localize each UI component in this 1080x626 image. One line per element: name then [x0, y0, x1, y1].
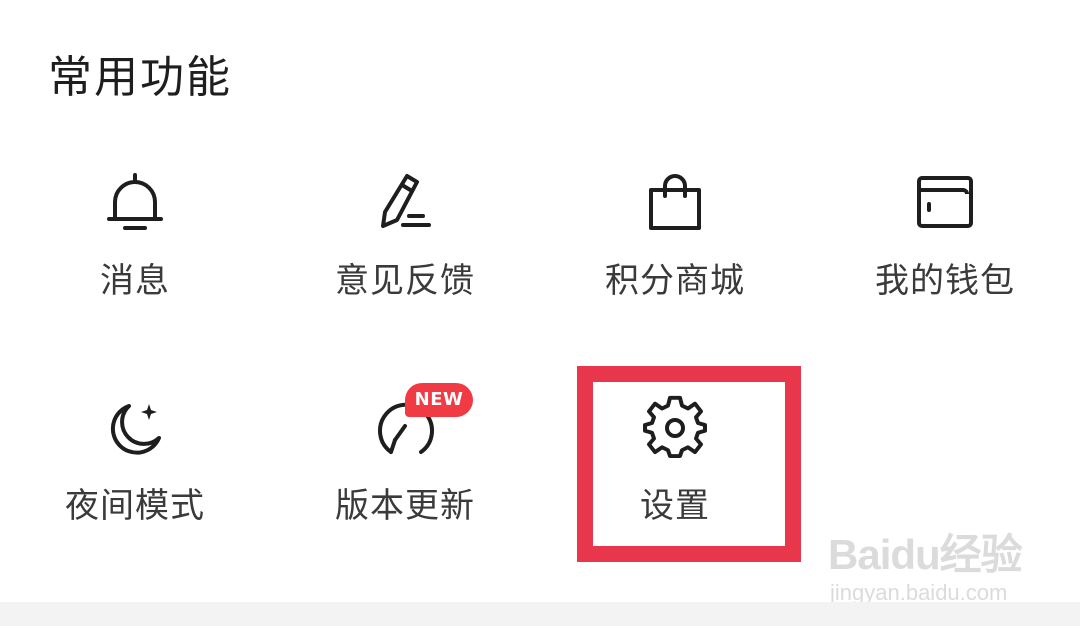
- grid-item-label: 积分商城: [605, 261, 745, 301]
- grid-item-version-update[interactable]: 版本更新: [270, 390, 540, 570]
- grid-item-points-mall[interactable]: 积分商城: [540, 160, 810, 340]
- grid-item-label: 版本更新: [335, 486, 475, 526]
- settings-highlight-box: [577, 366, 801, 562]
- grid-item-label: 意见反馈: [335, 261, 475, 301]
- moon-icon: [110, 404, 161, 455]
- wallet-icon: [917, 176, 973, 228]
- grid-item-wallet[interactable]: 我的钱包: [810, 160, 1080, 340]
- grid-item-label: 我的钱包: [875, 261, 1015, 301]
- watermark-brand: Baidu经验: [828, 531, 1023, 578]
- grid-item-label: 夜间模式: [65, 486, 205, 526]
- new-badge: NEW: [405, 383, 473, 417]
- grid-item-night-mode[interactable]: 夜间模式: [0, 390, 270, 570]
- grid-item-label: 消息: [100, 261, 170, 301]
- shopping-bag-icon: [649, 174, 701, 230]
- pencil-icon: [381, 174, 431, 228]
- bell-icon: [107, 173, 163, 230]
- baidu-watermark: Baidu经验 jingyan.baidu.com: [828, 510, 1068, 610]
- grid-item-messages[interactable]: 消息: [0, 160, 270, 340]
- bottom-divider-bar: [0, 602, 1080, 626]
- grid-item-feedback[interactable]: 意见反馈: [270, 160, 540, 340]
